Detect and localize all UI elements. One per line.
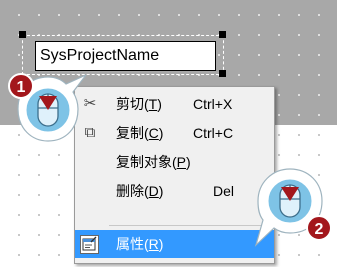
menu-item-copy-shortcut: Ctrl+C bbox=[193, 125, 234, 141]
callout-1-badge: 1 bbox=[8, 73, 34, 99]
menu-item-cut-label: 剪切(T) bbox=[116, 96, 162, 112]
menu-item-delete[interactable]: 删除(D) Del bbox=[75, 177, 274, 205]
context-menu: ✂ 剪切(T) Ctrl+X ⧉ 复制(C) Ctrl+C 复制对象(P) 删除… bbox=[74, 86, 275, 264]
menu-item-copy-label: 复制(C) bbox=[116, 125, 164, 141]
callout-2-badge: 2 bbox=[306, 215, 332, 241]
selection-handle-top-right[interactable] bbox=[219, 31, 226, 38]
menu-separator bbox=[109, 225, 271, 226]
canvas-object-sysprojectname[interactable]: SysProjectName bbox=[35, 41, 216, 71]
callout-1: 1 bbox=[8, 73, 94, 158]
selection-handle-top-left[interactable] bbox=[19, 31, 26, 38]
callout-2: 2 bbox=[250, 165, 337, 255]
menu-item-copy[interactable]: ⧉ 复制(C) Ctrl+C bbox=[75, 119, 274, 147]
menu-item-cut-shortcut: Ctrl+X bbox=[193, 96, 233, 112]
menu-item-cut[interactable]: ✂ 剪切(T) Ctrl+X bbox=[75, 90, 274, 118]
menu-item-properties-label: 属性(R) bbox=[116, 236, 164, 252]
menu-item-duplicate-object-label: 复制对象(P) bbox=[116, 154, 191, 170]
menu-item-delete-shortcut: Del bbox=[213, 183, 235, 199]
menu-item-properties[interactable]: 属性(R) bbox=[75, 230, 274, 258]
menu-item-delete-label: 删除(D) bbox=[116, 183, 164, 199]
selection-handle-bottom-right[interactable] bbox=[219, 70, 226, 77]
properties-icon bbox=[80, 235, 99, 254]
menu-item-duplicate-object[interactable]: 复制对象(P) bbox=[75, 148, 274, 176]
